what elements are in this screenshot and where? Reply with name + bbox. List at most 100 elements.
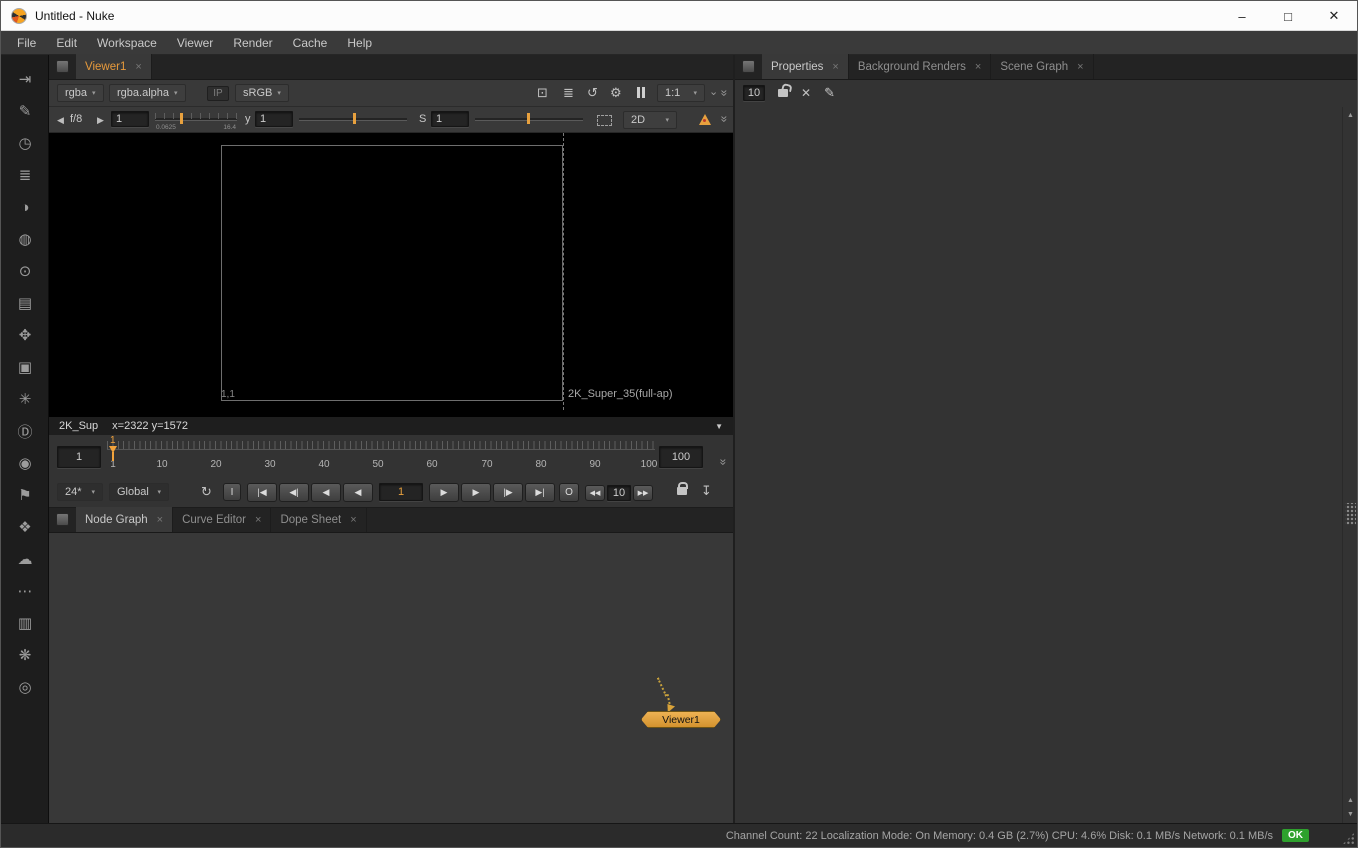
gear-icon[interactable]: ⚙: [610, 86, 622, 99]
menu-cache[interactable]: Cache: [283, 31, 338, 55]
tab-close-icon[interactable]: ×: [975, 61, 981, 73]
gamut-warning-icon[interactable]: [699, 114, 711, 125]
jump-back-button[interactable]: ◀◀: [585, 485, 605, 501]
resize-grip-icon[interactable]: [1342, 832, 1355, 845]
layer-dropdown[interactable]: rgba.alpha ▾: [109, 84, 186, 102]
toolbar-3d-icon[interactable]: ▣: [1, 351, 49, 383]
edit-pencil-icon[interactable]: ✎: [824, 85, 835, 101]
saturation-field[interactable]: 1: [431, 111, 469, 127]
play-backward-button[interactable]: ◀: [343, 483, 373, 502]
scroll-up-icon[interactable]: ▲: [1343, 109, 1358, 122]
properties-scrollbar[interactable]: ▲ ▲ ▼: [1342, 107, 1357, 823]
toolbar-sparkle-icon[interactable]: ❋: [1, 639, 49, 671]
info-caret-icon[interactable]: ▼: [715, 422, 723, 431]
maximize-button[interactable]: □: [1265, 1, 1311, 31]
double-chevron-icon[interactable]: »: [717, 90, 731, 97]
tab-close-icon[interactable]: ×: [135, 61, 141, 73]
frame-increment-field[interactable]: 10: [607, 485, 631, 501]
fstop-next-icon[interactable]: ▶: [97, 115, 104, 126]
in-point-button[interactable]: I: [223, 483, 241, 501]
tab-dope-sheet[interactable]: Dope Sheet ×: [271, 507, 366, 532]
toolbar-deep-icon[interactable]: Ⓓ: [1, 415, 49, 447]
toolbar-time-icon[interactable]: ◷: [1, 127, 49, 159]
tab-close-icon[interactable]: ×: [1077, 61, 1083, 73]
scrollbar-thumb[interactable]: [1345, 503, 1356, 525]
range-end-field[interactable]: 100: [659, 446, 703, 468]
goto-start-button[interactable]: |◀: [247, 483, 277, 502]
range-mode-dropdown[interactable]: Global ▾: [109, 483, 169, 501]
menu-viewer[interactable]: Viewer: [167, 31, 223, 55]
view-mode-dropdown[interactable]: 2D ▾: [623, 111, 677, 129]
next-keyframe-button[interactable]: |▶: [493, 483, 523, 502]
pane-menu-icon[interactable]: [56, 513, 69, 526]
toolbar-other-icon[interactable]: ⋯: [1, 575, 49, 607]
fstop-prev-icon[interactable]: ◀: [57, 115, 64, 126]
tab-properties[interactable]: Properties ×: [762, 54, 849, 79]
tab-close-icon[interactable]: ×: [255, 514, 261, 526]
tab-node-graph[interactable]: Node Graph ×: [76, 507, 173, 532]
toolbar-transform-icon[interactable]: ✥: [1, 319, 49, 351]
menu-help[interactable]: Help: [337, 31, 382, 55]
gamma-slider-handle[interactable]: [353, 113, 356, 124]
out-point-button[interactable]: O: [559, 483, 579, 502]
step-back-button[interactable]: ◀: [311, 483, 341, 502]
node-graph-canvas[interactable]: Viewer1: [49, 533, 733, 823]
double-chevron-icon[interactable]: »: [717, 459, 731, 466]
tab-close-icon[interactable]: ×: [157, 514, 163, 526]
toolbar-image-icon[interactable]: ⇥: [1, 63, 49, 95]
tab-curve-editor[interactable]: Curve Editor ×: [173, 507, 271, 532]
minimize-button[interactable]: –: [1219, 1, 1265, 31]
toolbar-archive-icon[interactable]: ▥: [1, 607, 49, 639]
playback-mode-icon[interactable]: ↻: [201, 485, 212, 498]
timeline-playhead[interactable]: 1: [109, 437, 121, 467]
toolbar-target-icon[interactable]: ◎: [1, 671, 49, 703]
tab-viewer1[interactable]: Viewer1 ×: [76, 54, 152, 79]
max-panels-field[interactable]: 10: [743, 85, 765, 101]
monitor-out-icon[interactable]: ⊡: [537, 86, 548, 99]
menu-render[interactable]: Render: [223, 31, 282, 55]
lock-panels-icon[interactable]: [778, 89, 788, 97]
refresh-icon[interactable]: ↺: [587, 86, 598, 99]
timeline-ruler[interactable]: 1 10 20 30 40 50 60 70 80 90 100 1: [107, 437, 655, 475]
toolbar-keyer-icon[interactable]: ⊙: [1, 255, 49, 287]
prev-keyframe-button[interactable]: ◀|: [279, 483, 309, 502]
toolbar-air-icon[interactable]: ☁: [1, 543, 49, 575]
toolbar-channel-icon[interactable]: ≣: [1, 159, 49, 191]
close-all-panels-icon[interactable]: ✕: [801, 86, 811, 100]
goto-end-button[interactable]: ▶|: [525, 483, 555, 502]
menu-file[interactable]: File: [7, 31, 46, 55]
jump-forward-button[interactable]: ▶▶: [633, 485, 653, 501]
wipe-list-icon[interactable]: ≣: [563, 86, 574, 99]
viewer-canvas[interactable]: 1,1 2K_Super_35(full-ap): [49, 133, 733, 416]
step-forward-button[interactable]: ▶: [461, 483, 491, 502]
fps-dropdown[interactable]: 24* ▾: [57, 483, 103, 501]
toolbar-metadata-icon[interactable]: ⚑: [1, 479, 49, 511]
saturation-slider[interactable]: [475, 112, 583, 128]
current-frame-field[interactable]: 1: [379, 483, 423, 501]
toolbar-color-icon[interactable]: ◑: [1, 191, 49, 223]
toolbar-toolsets-icon[interactable]: ❖: [1, 511, 49, 543]
menu-workspace[interactable]: Workspace: [87, 31, 167, 55]
scroll-down-icon[interactable]: ▼: [1343, 808, 1358, 821]
viewer1-node[interactable]: Viewer1: [641, 711, 721, 728]
pause-icon[interactable]: [637, 87, 645, 98]
input-process-button[interactable]: IP: [207, 86, 229, 101]
scroll-up-icon[interactable]: ▲: [1343, 794, 1358, 807]
toolbar-filter-icon[interactable]: ◍: [1, 223, 49, 255]
play-forward-button[interactable]: ▶: [429, 483, 459, 502]
double-chevron-icon[interactable]: »: [717, 116, 731, 123]
channels-dropdown[interactable]: rgba ▾: [57, 84, 104, 102]
tab-close-icon[interactable]: ×: [832, 61, 838, 73]
tab-background-renders[interactable]: Background Renders ×: [849, 54, 991, 79]
toolbar-merge-icon[interactable]: ▤: [1, 287, 49, 319]
range-start-field[interactable]: 1: [57, 446, 101, 468]
toolbar-particles-icon[interactable]: ✳: [1, 383, 49, 415]
gain-field[interactable]: 1: [111, 111, 149, 127]
gain-slider-handle[interactable]: [180, 113, 183, 124]
ok-badge[interactable]: OK: [1282, 829, 1309, 842]
zoom-dropdown[interactable]: 1:1 ▾: [657, 84, 705, 102]
tab-close-icon[interactable]: ×: [350, 514, 356, 526]
gamma-slider[interactable]: [299, 112, 407, 128]
pane-menu-icon[interactable]: [56, 60, 69, 73]
close-button[interactable]: ✕: [1311, 1, 1357, 31]
